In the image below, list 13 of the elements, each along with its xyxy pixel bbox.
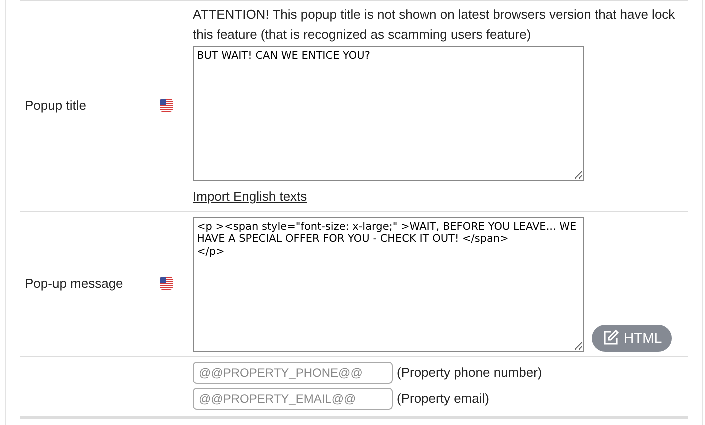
edit-icon xyxy=(602,329,620,347)
text-field[interactable]: @@PROPERTY_PHONE@@ xyxy=(193,362,393,384)
field-label: Pop-up message xyxy=(25,274,124,293)
field-caption: (Property phone number) xyxy=(397,364,542,382)
us-flag-icon xyxy=(160,99,173,112)
text-field[interactable]: @@PROPERTY_EMAIL@@ xyxy=(193,388,393,410)
warning-text: ATTENTION! This popup title is not shown on latest browsers version that have lock this feature (that is recognized as scamming users feature) xyxy=(193,6,676,44)
field-label: Popup title xyxy=(25,97,86,115)
import-link[interactable]: Import English texts xyxy=(193,187,308,206)
field-caption: (Property email) xyxy=(397,390,490,408)
text-area[interactable]: BUT WAIT! CAN WE ENTICE YOU? xyxy=(193,46,584,181)
text-area[interactable]: <p ><span style="font-size: x-large;" >WAIT, BEFORE YOU LEAVE... WE HAVE A SPECIAL OFFER FOR YOU - CHECK IT OUT! </span> </p> xyxy=(193,216,584,352)
us-flag-icon xyxy=(160,277,173,290)
